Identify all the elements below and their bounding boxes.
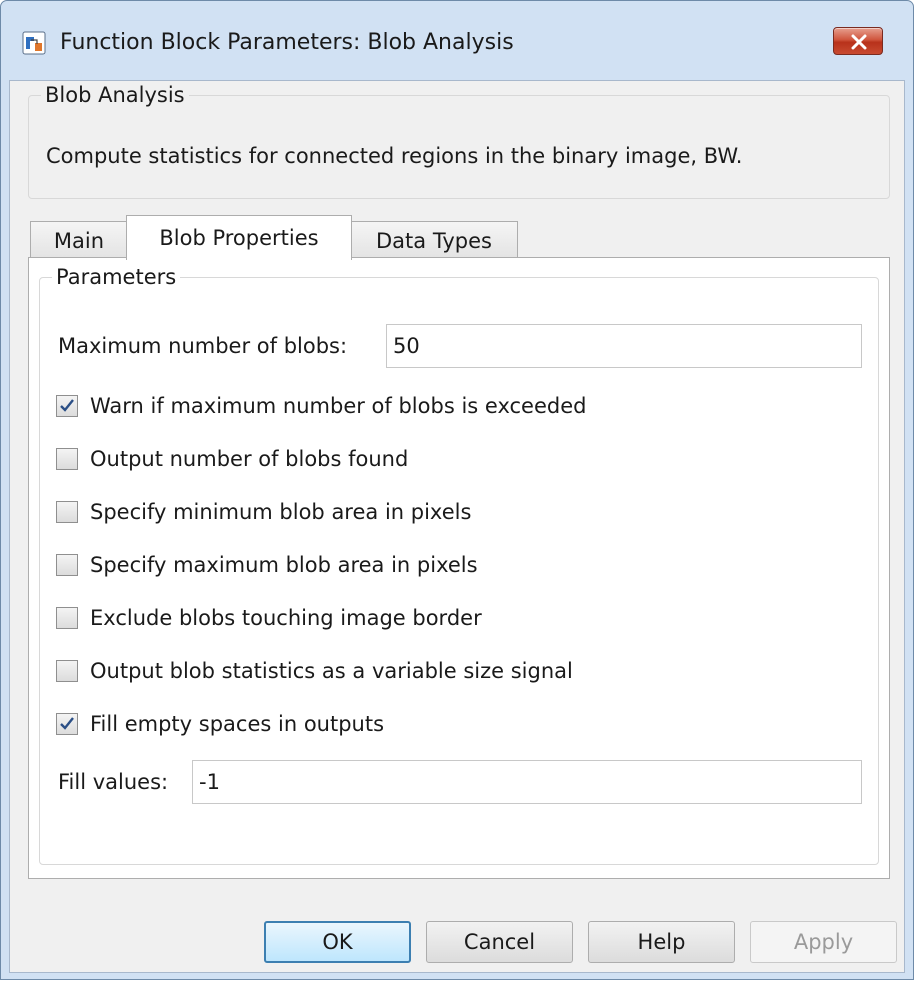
simulink-block-icon — [22, 31, 46, 55]
max-area-label: Specify maximum blob area in pixels — [90, 553, 478, 577]
checkbox-row-output-count[interactable]: Output number of blobs found — [56, 444, 408, 474]
warn-exceeded-checkbox[interactable] — [56, 395, 78, 417]
exclude-border-checkbox[interactable] — [56, 607, 78, 629]
tab-data-types[interactable]: Data Types — [350, 221, 518, 259]
min-area-label: Specify minimum blob area in pixels — [90, 500, 472, 524]
help-button[interactable]: Help — [588, 921, 735, 963]
fill-values-input[interactable] — [192, 760, 862, 804]
block-description-text: Compute statistics for connected regions… — [46, 144, 743, 168]
checkbox-row-fill-empty[interactable]: Fill empty spaces in outputs — [56, 709, 384, 739]
dialog-body: Blob Analysis Compute statistics for con… — [9, 80, 905, 973]
max-blobs-input[interactable] — [386, 324, 862, 368]
checkbox-row-variable-size[interactable]: Output blob statistics as a variable siz… — [56, 656, 573, 686]
variable-size-checkbox[interactable] — [56, 660, 78, 682]
checkmark-icon — [60, 717, 74, 730]
fill-empty-checkbox[interactable] — [56, 713, 78, 735]
tab-main-label: Main — [53, 228, 105, 253]
max-blobs-label: Maximum number of blobs: — [58, 334, 348, 358]
close-button[interactable] — [833, 27, 883, 55]
checkmark-icon — [60, 399, 74, 412]
tab-data-types-label: Data Types — [376, 228, 492, 253]
warn-exceeded-label: Warn if maximum number of blobs is excee… — [90, 394, 587, 418]
close-icon — [851, 34, 867, 50]
cancel-button[interactable]: Cancel — [426, 921, 573, 963]
fill-values-label: Fill values: — [58, 770, 169, 794]
apply-button[interactable]: Apply — [750, 921, 897, 963]
parameters-group: Parameters Maximum number of blobs: Warn… — [39, 264, 879, 865]
title-bar[interactable]: Function Block Parameters: Blob Analysis — [1, 1, 913, 79]
max-area-checkbox[interactable] — [56, 554, 78, 576]
checkbox-row-exclude-border[interactable]: Exclude blobs touching image border — [56, 603, 482, 633]
variable-size-label: Output blob statistics as a variable siz… — [90, 659, 573, 683]
tab-blob-properties-label: Blob Properties — [159, 226, 319, 250]
checkbox-row-max-area[interactable]: Specify maximum blob area in pixels — [56, 550, 478, 580]
parameters-title: Parameters — [52, 264, 181, 290]
output-count-label: Output number of blobs found — [90, 447, 409, 471]
block-description-title: Blob Analysis — [41, 82, 189, 108]
fill-empty-label: Fill empty spaces in outputs — [90, 712, 385, 736]
checkbox-row-warn-exceeded[interactable]: Warn if maximum number of blobs is excee… — [56, 391, 586, 421]
ok-button[interactable]: OK — [264, 921, 411, 963]
dialog-window: Function Block Parameters: Blob Analysis… — [0, 0, 914, 980]
block-description-group: Blob Analysis Compute statistics for con… — [28, 82, 890, 199]
output-count-checkbox[interactable] — [56, 448, 78, 470]
exclude-border-label: Exclude blobs touching image border — [90, 606, 482, 630]
window-title: Function Block Parameters: Blob Analysis — [60, 30, 514, 55]
tab-panel-blob-properties: Parameters Maximum number of blobs: Warn… — [28, 257, 890, 879]
min-area-checkbox[interactable] — [56, 501, 78, 523]
checkbox-row-min-area[interactable]: Specify minimum blob area in pixels — [56, 497, 471, 527]
tab-blob-properties[interactable]: Blob Properties — [126, 215, 352, 260]
tab-main[interactable]: Main — [30, 221, 128, 259]
